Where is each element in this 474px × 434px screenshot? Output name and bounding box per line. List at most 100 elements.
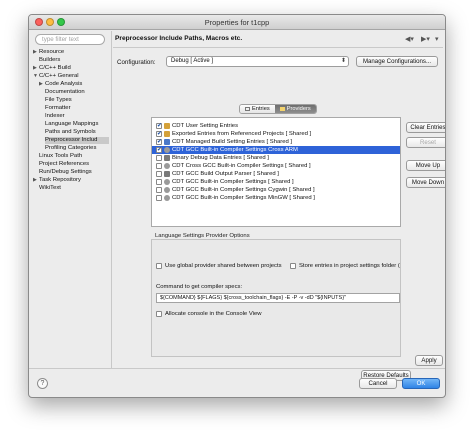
provider-checkbox[interactable]: ✔ (156, 131, 162, 137)
providers-list[interactable]: ✔ CDT User Setting Entries ✔ Exported Entr… (151, 117, 401, 227)
tree-item-profiling-categories[interactable]: Profiling Categories (45, 145, 96, 152)
specs-label: Command to get compiler specs: (156, 284, 243, 290)
provider-label: Exported Entries from Referenced Project… (172, 131, 312, 137)
tree-item-code-analysis[interactable]: ▶ Code Analysis (39, 81, 82, 88)
apply-button[interactable]: Apply (415, 355, 443, 366)
tree-item-documentation[interactable]: Documentation (45, 89, 85, 96)
provider-checkbox[interactable]: ✔ (156, 147, 162, 153)
list-item[interactable]: Binary Debug Data Entries [ Shared ] (152, 154, 400, 162)
tree-item-task-repository[interactable]: ▶ Task Repository (33, 177, 81, 184)
provider-checkbox[interactable]: ✔ (156, 139, 162, 145)
list-item[interactable]: ✔ Exported Entries from Referenced Projec… (152, 130, 400, 138)
ok-button[interactable]: OK (402, 378, 440, 389)
tree-item-label: Project References (39, 161, 90, 167)
tree-item-file-types[interactable]: File Types (45, 97, 72, 104)
provider-checkbox[interactable] (156, 155, 162, 161)
tree-item-builders[interactable]: Builders (33, 57, 60, 64)
provider-checkbox[interactable] (156, 171, 162, 177)
entries-icon (245, 106, 250, 111)
filter-input[interactable]: type filter text (35, 34, 105, 45)
tree-item-language-mappings[interactable]: Language Mappings (45, 121, 98, 128)
property-tree: ▶ Resource Builders ▶ C/C++ Build ▼C/C++ G… (33, 49, 109, 369)
move-down-button[interactable]: Move Down (406, 177, 445, 188)
tab-bar: Entries Providers (239, 104, 317, 114)
list-item[interactable]: ✔ CDT User Setting Entries (152, 122, 400, 130)
tree-item-formatter[interactable]: Formatter (45, 105, 71, 112)
provider-checkbox[interactable] (156, 163, 162, 169)
forward-icon[interactable]: ▶▾ (421, 35, 430, 43)
provider-checkbox[interactable] (156, 179, 162, 185)
window-title: Properties for t1cpp (204, 18, 270, 27)
provider-label: CDT GCC Built-in Compiler Settings [ Sha… (172, 179, 294, 185)
provider-label: CDT Cross GCC Built-in Compiler Settings… (172, 163, 311, 169)
tree-item-label: C/C++ General (39, 73, 79, 79)
provider-label: CDT Managed Build Setting Entries [ Shar… (172, 139, 293, 145)
tree-item-label: Linux Tools Path (39, 153, 83, 159)
build-output-parser-icon (164, 171, 170, 177)
tree-item-label: Resource (39, 49, 65, 55)
tree-item-cpp-build[interactable]: ▶ C/C++ Build (33, 65, 71, 72)
configuration-label: Configuration: (117, 59, 156, 66)
tree-item-label: C/C++ Build (39, 65, 71, 71)
chevron-updown-icon: ⬍ (340, 58, 346, 64)
exported-entries-icon (164, 131, 170, 137)
user-entries-icon (164, 123, 170, 129)
provider-checkbox[interactable] (156, 187, 162, 193)
list-item[interactable]: ✔ CDT GCC Built-in Compiler Settings Cros… (152, 146, 400, 154)
provider-options-group: Use global provider shared between proje… (151, 239, 401, 357)
list-item[interactable]: CDT GCC Built-in Compiler Settings Cygwi… (152, 186, 400, 194)
clear-entries-button[interactable]: Clear Entries (406, 122, 445, 133)
provider-label: CDT User Setting Entries (172, 123, 239, 129)
tree-item-cpp-general[interactable]: ▼C/C++ General (33, 73, 79, 80)
configuration-select[interactable]: Debug [ Active ] ⬍ (166, 56, 349, 67)
title-bar: Properties for t1cpp (29, 15, 445, 30)
tree-item-linux-tools-path[interactable]: Linux Tools Path (39, 153, 82, 160)
tree-item-run-debug-settings[interactable]: Run/Debug Settings (39, 169, 92, 176)
provider-checkbox[interactable]: ✔ (156, 123, 162, 129)
cancel-button[interactable]: Cancel (359, 378, 397, 389)
list-item[interactable]: CDT GCC Build Output Parser [ Shared ] (152, 170, 400, 178)
tree-item-label: Preprocessor Includ (45, 137, 98, 143)
providers-icon (279, 106, 285, 111)
header-separator (113, 47, 443, 48)
allocate-console-checkbox[interactable] (156, 311, 162, 317)
managed-build-icon (164, 139, 170, 145)
provider-checkbox[interactable] (156, 195, 162, 201)
provider-label: CDT GCC Built-in Compiler Settings MinGW… (172, 195, 315, 201)
help-icon[interactable]: ? (37, 378, 48, 389)
back-icon[interactable]: ◀▾ (405, 35, 414, 43)
global-provider-checkbox[interactable] (156, 263, 162, 269)
manage-configurations-button[interactable]: Manage Configurations... (356, 56, 438, 67)
tree-item-preprocessor-include[interactable]: Preprocessor Includ (45, 137, 109, 144)
menu-icon[interactable]: ▾ (435, 35, 439, 43)
tree-item-indexer[interactable]: Indexer (45, 113, 65, 120)
tree-item-label: WikiText (39, 185, 61, 191)
tree-item-wikitext[interactable]: WikiText (39, 185, 61, 192)
tree-item-resource[interactable]: ▶ Resource (33, 49, 64, 56)
compiler-settings-icon (164, 187, 170, 193)
list-item[interactable]: CDT Cross GCC Built-in Compiler Settings… (152, 162, 400, 170)
allocate-console-label: Allocate console in the Console View (165, 311, 262, 317)
tree-item-label: File Types (45, 97, 72, 103)
list-item[interactable]: CDT GCC Built-in Compiler Settings [ Sha… (152, 178, 400, 186)
configuration-value: Debug [ Active ] (171, 58, 214, 64)
list-item[interactable]: ✔ CDT Managed Build Setting Entries [ Sha… (152, 138, 400, 146)
tab-providers[interactable]: Providers (274, 105, 316, 113)
reset-button[interactable]: Reset (406, 137, 445, 148)
tree-item-paths-symbols[interactable]: Paths and Symbols (45, 129, 96, 136)
tab-entries[interactable]: Entries (240, 105, 275, 113)
store-entries-checkbox[interactable] (290, 263, 296, 269)
move-up-button[interactable]: Move Up (406, 160, 445, 171)
compiler-settings-icon (164, 179, 170, 185)
sash[interactable] (111, 31, 112, 369)
tree-item-label: Formatter (45, 105, 71, 111)
tree-item-label: Code Analysis (45, 81, 83, 87)
global-provider-label: Use global provider shared between proje… (165, 263, 282, 269)
properties-dialog: Properties for t1cpp type filter text ▶ R… (28, 14, 446, 398)
compiler-settings-icon (164, 195, 170, 201)
compiler-specs-input[interactable]: ${COMMAND} ${FLAGS} ${cross_toolchain_fl… (156, 293, 400, 303)
tree-item-project-references[interactable]: Project References (39, 161, 89, 168)
binary-debug-icon (164, 155, 170, 161)
tree-item-label: Profiling Categories (45, 145, 97, 151)
list-item[interactable]: CDT GCC Built-in Compiler Settings MinGW… (152, 194, 400, 202)
